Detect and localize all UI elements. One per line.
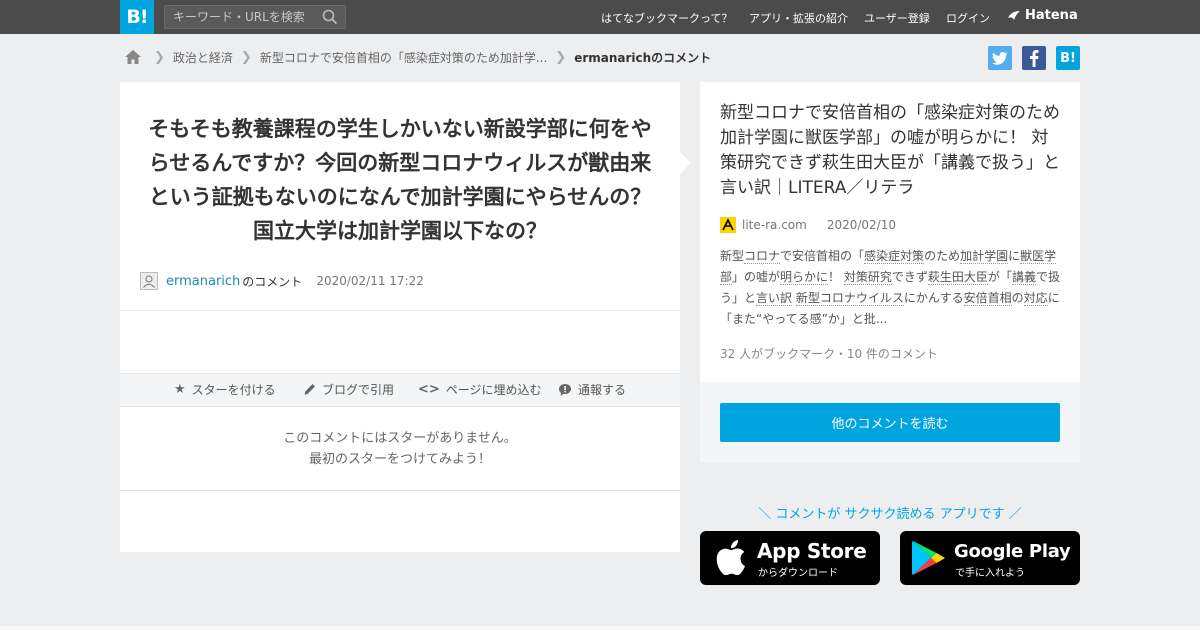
breadcrumb-current: ermanarichのコメント — [574, 50, 712, 65]
pencil-icon — [304, 384, 315, 395]
summary-text: にかんする — [903, 291, 964, 305]
entry-title[interactable]: 新型コロナで安倍首相の「感染症対策のため加計学園に獣医学部」の嘘が明らかに！ 対… — [720, 101, 1062, 201]
embed-button[interactable]: <> ページに埋め込む — [418, 381, 542, 398]
apple-icon — [716, 540, 745, 575]
divider — [120, 310, 680, 311]
entry-summary: 新型コロナで安倍首相の「感染症対策のため加計学園に獣医学部」の嘘が明らかに！ 対… — [720, 246, 1062, 330]
summary-text: 」の嘘が — [732, 270, 781, 284]
add-star-label: スターを付ける — [191, 383, 276, 397]
chevron-right-icon: ❯ — [154, 49, 165, 65]
no-star-line-2: 最初のスターをつけてみよう！ — [308, 452, 491, 467]
summary-text: のため — [924, 249, 961, 263]
hatena-logo[interactable]: Hatena — [1007, 8, 1078, 23]
star-icon: ★ — [174, 382, 186, 397]
app-store-sublabel: からダウンロード — [758, 568, 838, 579]
twitter-share-button[interactable] — [988, 46, 1012, 70]
breadcrumb-category[interactable]: 政治と経済 — [173, 49, 233, 66]
site-domain[interactable]: lite-ra.com — [742, 218, 807, 232]
footer-strip — [0, 626, 1200, 630]
hatebu-logo[interactable]: B! — [120, 0, 154, 34]
summary-keyword[interactable]: 言い訳 — [756, 291, 793, 306]
summary-keyword[interactable]: 萩生田大臣 — [927, 270, 988, 285]
summary-text: の — [1011, 291, 1024, 305]
home-icon[interactable] — [124, 49, 142, 65]
blog-quote-button[interactable]: ブログで引用 — [303, 381, 394, 398]
google-play-sublabel: で手に入れよう — [955, 568, 1025, 579]
author-suffix: のコメント — [242, 274, 303, 289]
nav-register[interactable]: ユーザー登録 — [864, 10, 930, 26]
summary-text: で安倍首相の「 — [780, 249, 865, 263]
app-promo-text: ＼ コメントが サクサク読める アプリです ／ — [758, 507, 1022, 522]
search-box — [164, 5, 346, 29]
report-button[interactable]: 通報する — [558, 381, 626, 398]
facebook-share-button[interactable] — [1022, 46, 1046, 70]
summary-keyword[interactable]: 対応 — [1023, 291, 1048, 306]
avatar[interactable] — [140, 272, 158, 290]
search-input[interactable] — [165, 6, 315, 28]
chevron-right-icon: ❯ — [240, 49, 252, 65]
google-play-label: Google Play — [954, 541, 1071, 562]
hatena-wing-icon — [1008, 10, 1020, 20]
summary-keyword[interactable]: 対策研究 — [843, 270, 892, 285]
summary-keyword[interactable]: 新型コロナウイルス — [795, 291, 904, 306]
summary-text: 新型 — [720, 249, 745, 263]
facebook-icon — [1030, 50, 1039, 67]
add-star-button[interactable]: ★ スターを付ける — [174, 381, 276, 398]
alert-bubble-icon — [559, 383, 571, 396]
chevron-right-icon: ❯ — [555, 49, 567, 65]
summary-keyword[interactable]: 安倍首相 — [963, 291, 1012, 306]
summary-keyword[interactable]: コロナ — [744, 249, 781, 264]
comment-text: そもそも教養課程の学生しかいない新設学部に何をやらせるんですか？今回の新型コロナ… — [148, 117, 652, 243]
summary-text: が「 — [987, 270, 1012, 284]
comment-author: ermanarich のコメント 2020/02/11 17:22 — [140, 271, 424, 291]
breadcrumb-entry[interactable]: 新型コロナで安倍首相の「感染症対策のため加計学... — [260, 49, 547, 66]
comment-date[interactable]: 2020/02/11 17:22 — [316, 274, 424, 288]
google-play-icon — [912, 541, 945, 575]
read-other-comments-button[interactable]: 他のコメントを読む — [720, 403, 1060, 442]
twitter-icon — [992, 51, 1008, 65]
embed-label: ページに埋め込む — [445, 383, 542, 397]
author-username[interactable]: ermanarich — [166, 274, 240, 289]
report-label: 通報する — [578, 383, 627, 397]
summary-text: ！ — [828, 270, 844, 284]
blog-quote-label: ブログで引用 — [322, 383, 395, 397]
summary-keyword[interactable]: 明らかに — [780, 270, 829, 285]
search-icon[interactable] — [322, 9, 338, 25]
no-star-line-1: このコメントにはスターがありません。 — [283, 431, 517, 446]
summary-keyword[interactable]: 加計学園 — [960, 249, 1009, 264]
hatebu-share-button[interactable]: B! — [1056, 46, 1080, 70]
card-pointer — [680, 152, 691, 174]
app-store-label: App Store — [757, 539, 867, 563]
code-icon: <> — [418, 382, 440, 397]
summary-text: できず — [891, 270, 928, 284]
entry-date: 2020/02/10 — [826, 218, 896, 232]
app-store-badge[interactable]: App Store からダウンロード — [700, 531, 880, 585]
user-avatar-icon — [143, 275, 155, 288]
nav-apps[interactable]: アプリ・拡張の紹介 — [749, 10, 848, 26]
hatena-label: Hatena — [1025, 8, 1078, 23]
entry-bookmark-count[interactable]: 32 人がブックマーク・10 件のコメント — [720, 345, 938, 362]
nav-about[interactable]: はてなブックマークって？ — [601, 10, 732, 26]
nav-login[interactable]: ログイン — [946, 10, 990, 26]
google-play-badge[interactable]: Google Play で手に入れよう — [900, 531, 1080, 585]
summary-text: に — [1008, 249, 1021, 263]
summary-keyword[interactable]: 講義 — [1011, 270, 1036, 285]
no-star-message: このコメントにはスターがありません。 最初のスターをつけてみよう！ — [120, 428, 680, 470]
entry-source: lite-ra.com 2020/02/10 — [720, 216, 896, 234]
summary-keyword[interactable]: 感染症対策 — [864, 249, 925, 264]
breadcrumb: ❯ 政治と経済 ❯ 新型コロナで安倍首相の「感染症対策のため加計学... ❯ e… — [124, 46, 711, 68]
site-favicon-icon — [720, 217, 736, 233]
divider — [120, 490, 680, 491]
